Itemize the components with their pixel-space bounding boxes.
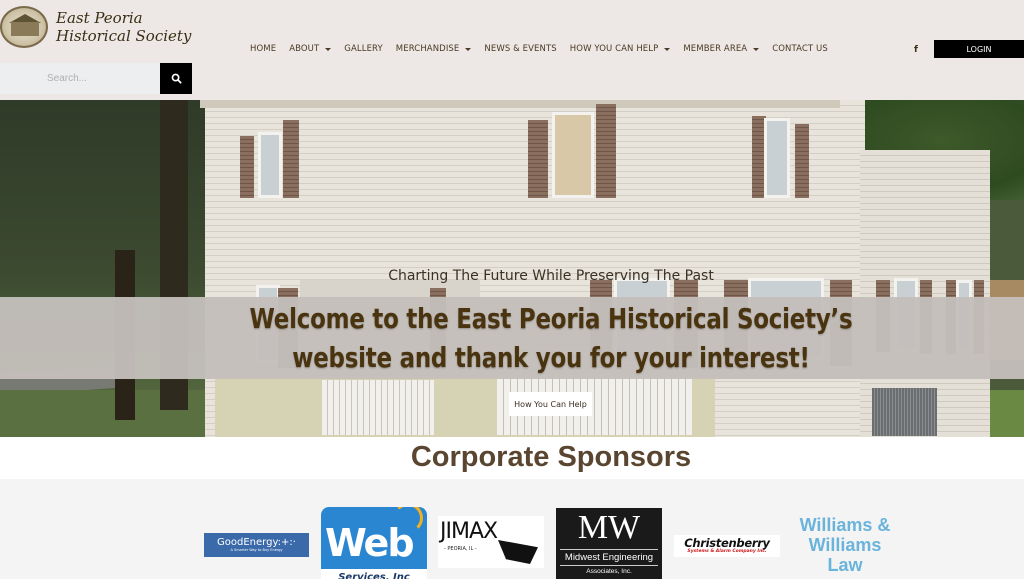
hero-tagline: Charting The Future While Preserving The… [388, 268, 714, 284]
mw-monogram: MW [577, 509, 641, 546]
logo-line1: East Peoria [56, 9, 143, 27]
caret-down-icon [325, 47, 332, 51]
site-header: East Peoria Historical Society HOME ABOU… [0, 0, 1024, 100]
sponsor-logo-williams-law[interactable]: Williams & Williams Law [790, 515, 900, 575]
web-services-subtitle: Services, Inc [321, 569, 427, 579]
login-button[interactable]: LOGIN [934, 40, 1024, 58]
sponsor-logo-web-services[interactable]: Web Services, Inc [321, 507, 427, 579]
facebook-icon[interactable]: f [914, 45, 918, 55]
logo-emblem-icon [0, 6, 48, 48]
caret-down-icon [465, 47, 472, 51]
nav-item-contact-us[interactable]: CONTACT US [772, 44, 828, 54]
williams-line3: Law [827, 555, 863, 575]
nav-item-member-area[interactable]: MEMBER AREA [683, 44, 760, 54]
caret-down-icon [753, 47, 760, 51]
web-services-name: Web [325, 521, 415, 565]
divider [560, 549, 658, 550]
site-logo[interactable]: East Peoria Historical Society [0, 6, 191, 48]
jimax-name: JIMAX [440, 519, 498, 544]
christenberry-name: Christenberry [684, 536, 770, 550]
nav-item-gallery[interactable]: GALLERY [344, 44, 383, 54]
christenberry-subtitle: Systems & Alarm Company Inc. [687, 549, 767, 554]
mw-company-name: Midwest Engineering [564, 552, 654, 563]
welcome-line2: website and thank you for your interest! [292, 341, 810, 374]
sponsor-logo-christenberry[interactable]: Christenberry Systems & Alarm Company In… [674, 535, 780, 557]
williams-line1: Williams & [799, 515, 891, 535]
search-form [0, 63, 192, 94]
nav-item-news-events[interactable]: NEWS & EVENTS [484, 44, 556, 54]
search-input[interactable] [0, 63, 160, 94]
caret-down-icon [664, 47, 671, 51]
welcome-heading: Welcome to the East Peoria Historical So… [99, 299, 1003, 377]
logo-line2: Historical Society [56, 27, 192, 45]
jimax-bucket-icon [498, 540, 538, 564]
search-button[interactable] [160, 63, 192, 94]
main-nav: HOME ABOUT GALLERY MERCHANDISE NEWS & EV… [250, 44, 841, 54]
search-icon [171, 73, 182, 84]
williams-line2: Williams [808, 535, 882, 555]
goodenergy-tagline: A Smarter Way to Buy Energy [230, 548, 283, 552]
goodenergy-name: GoodEnergy:+:· [217, 537, 296, 548]
sponsors-title: Corporate Sponsors [410, 441, 692, 473]
nav-item-merchandise[interactable]: MERCHANDISE [396, 44, 472, 54]
welcome-line1: Welcome to the East Peoria Historical So… [249, 302, 853, 335]
nav-item-about[interactable]: ABOUT [289, 44, 332, 54]
divider [560, 565, 658, 566]
sponsor-logo-jimax[interactable]: JIMAX - PEORIA, IL - [438, 516, 544, 568]
hero-section: Charting The Future While Preserving The… [0, 100, 1024, 437]
how-you-can-help-button[interactable]: How You Can Help [509, 392, 592, 416]
sponsor-logo-midwest-engineering[interactable]: MW Midwest Engineering Associates, Inc. [556, 508, 662, 579]
sponsor-logo-goodenergy[interactable]: GoodEnergy:+:· A Smarter Way to Buy Ener… [204, 533, 309, 557]
mw-company-suffix: Associates, Inc. [586, 568, 632, 575]
jimax-subtitle: - PEORIA, IL - [444, 546, 477, 552]
nav-item-home[interactable]: HOME [250, 44, 276, 54]
nav-item-how-you-can-help[interactable]: HOW YOU CAN HELP [570, 44, 671, 54]
logo-text: East Peoria Historical Society [56, 9, 191, 45]
